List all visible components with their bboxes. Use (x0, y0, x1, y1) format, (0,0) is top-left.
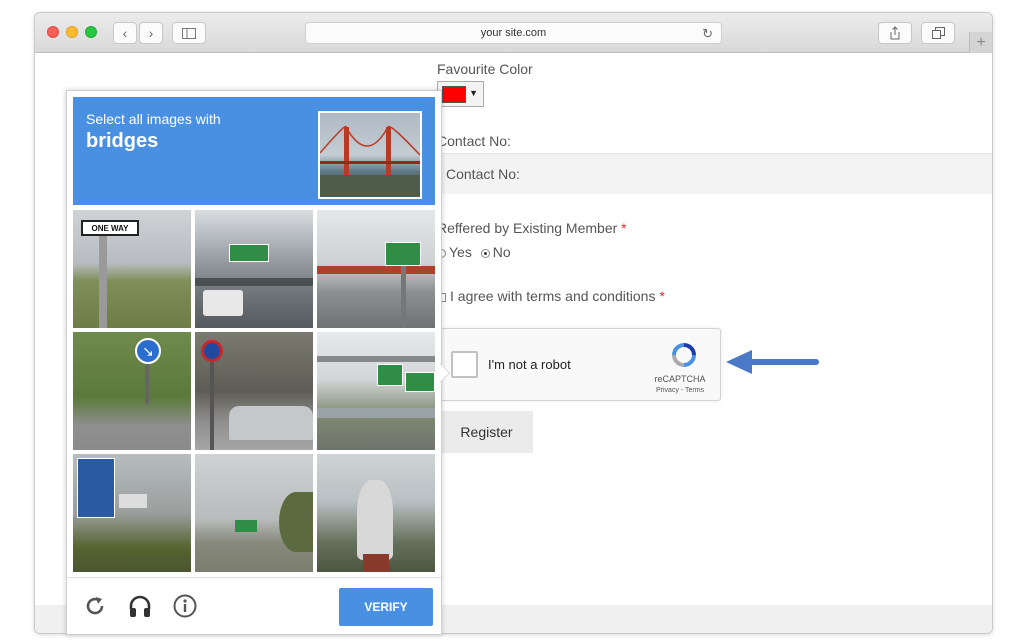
recaptcha-logo-icon (672, 343, 696, 367)
challenge-tile[interactable] (317, 454, 435, 572)
challenge-tile[interactable] (73, 454, 191, 572)
contact-placeholder: Contact No: (446, 166, 520, 182)
popup-pointer (439, 363, 449, 383)
recaptcha-checkbox[interactable] (451, 351, 478, 378)
back-button[interactable]: ‹ (113, 22, 137, 44)
bridge-illustration (320, 125, 420, 197)
image-challenge-popup: Select all images with bridges ONE WAY ↘… (66, 90, 449, 635)
radio-yes-label: Yes (449, 244, 472, 260)
address-text: your site.com (480, 27, 547, 39)
challenge-image-grid: ONE WAY ↘ (73, 210, 435, 573)
close-window-button[interactable] (47, 26, 59, 38)
one-way-sign: ONE WAY (81, 220, 139, 236)
required-mark: * (621, 220, 627, 236)
radio-no-label: No (492, 244, 511, 260)
challenge-instruction: Select all images with (86, 111, 221, 127)
tabs-overview-button[interactable] (921, 22, 955, 44)
challenge-tile[interactable] (317, 332, 435, 450)
tabs-icon (931, 27, 945, 39)
challenge-target: bridges (86, 130, 159, 152)
new-tab-button[interactable]: + (969, 32, 992, 53)
zoom-window-button[interactable] (85, 26, 97, 38)
contact-label: Contact No: (437, 133, 511, 149)
favourite-color-select[interactable]: ▼ (437, 81, 484, 107)
reload-icon[interactable]: ↻ (702, 26, 713, 42)
challenge-tile[interactable] (195, 210, 313, 328)
minimize-window-button[interactable] (66, 26, 78, 38)
challenge-tile[interactable] (195, 454, 313, 572)
plus-icon: + (976, 33, 986, 51)
color-swatch (442, 86, 466, 103)
recaptcha-privacy-terms-link[interactable]: Privacy - Terms (650, 387, 710, 394)
referred-radio-group: Yes No (437, 244, 511, 260)
challenge-footer: VERIFY (67, 577, 441, 634)
share-icon (890, 26, 900, 40)
contact-input[interactable]: Contact No: (437, 153, 992, 194)
chevron-right-icon: › (148, 25, 154, 41)
challenge-tile[interactable] (195, 332, 313, 450)
sidebar-icon (182, 27, 196, 39)
challenge-tile[interactable]: ONE WAY (73, 210, 191, 328)
sample-bridge-image (318, 111, 422, 199)
challenge-tile[interactable] (317, 210, 435, 328)
sidebar-toggle-button[interactable] (172, 22, 206, 44)
pointer-arrow-icon (726, 350, 819, 374)
terms-row: I agree with terms and conditions * (437, 288, 665, 304)
address-bar[interactable]: your site.com ↻ (305, 22, 722, 44)
register-button[interactable]: Register (440, 411, 533, 453)
chevron-left-icon: ‹ (122, 25, 128, 41)
favourite-color-label: Favourite Color (437, 61, 533, 77)
caret-down-icon: ▼ (469, 88, 478, 98)
info-icon[interactable] (172, 593, 198, 619)
recaptcha-label: I'm not a robot (488, 357, 571, 372)
recaptcha-widget: I'm not a robot reCAPTCHA Privacy - Term… (440, 328, 721, 401)
challenge-header: Select all images with bridges (73, 97, 435, 205)
share-button[interactable] (878, 22, 912, 44)
required-mark: * (659, 288, 665, 304)
referred-label-text: Reffered by Existing Member (437, 220, 618, 236)
recaptcha-brand: reCAPTCHA (654, 374, 706, 384)
forward-button[interactable]: › (139, 22, 163, 44)
referred-label: Reffered by Existing Member * (437, 220, 627, 236)
verify-button[interactable]: VERIFY (339, 588, 433, 626)
reload-challenge-icon[interactable] (82, 593, 108, 619)
challenge-tile[interactable]: ↘ (73, 332, 191, 450)
terms-label: I agree with terms and conditions (450, 288, 656, 304)
radio-no[interactable] (480, 249, 490, 258)
titlebar: ‹ › your site.com ↻ + (35, 13, 992, 53)
headphones-icon[interactable] (127, 593, 153, 619)
